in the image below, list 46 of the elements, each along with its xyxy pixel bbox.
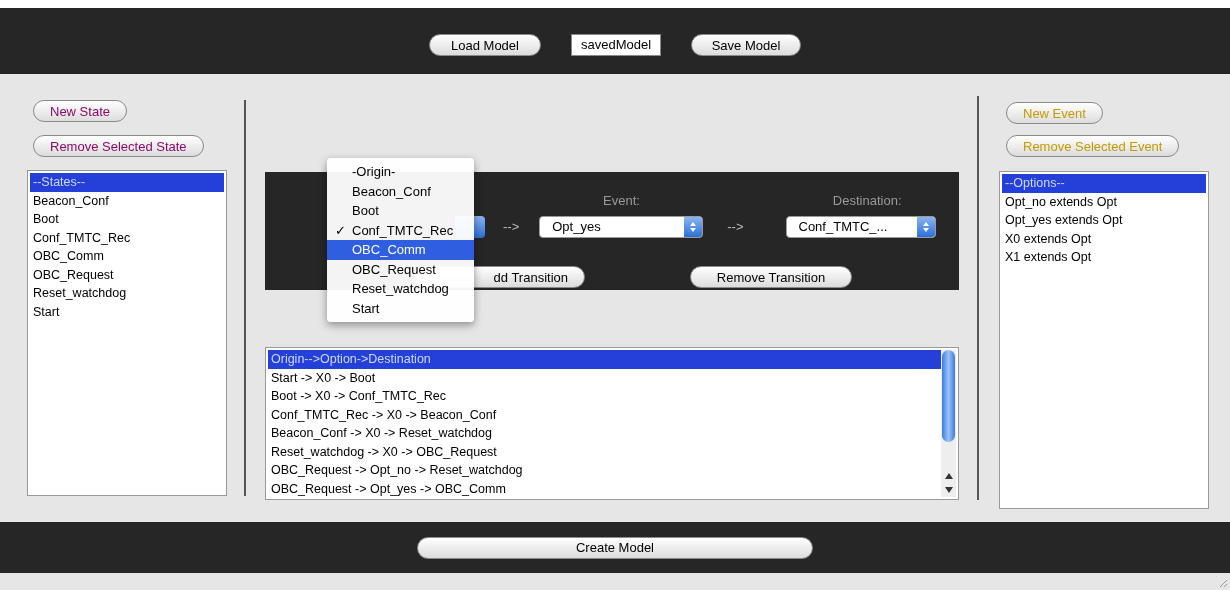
list-item[interactable]: --Options-- bbox=[1002, 174, 1206, 193]
remove-transition-button[interactable]: Remove Transition bbox=[690, 266, 852, 288]
scrollbar[interactable] bbox=[941, 350, 956, 497]
arrow-text: --> bbox=[727, 218, 744, 237]
list-item[interactable]: X0 extends Opt bbox=[1002, 229, 1206, 248]
menu-item[interactable]: OBC_Comm bbox=[327, 240, 474, 260]
list-item[interactable]: OBC_Request -> Opt_no -> Reset_watchdog bbox=[268, 461, 941, 480]
list-item[interactable]: Beacon_Conf -> X0 -> Reset_watchdog bbox=[268, 424, 941, 443]
menu-item[interactable]: Beacon_Conf bbox=[327, 181, 474, 201]
menu-item[interactable]: ✓ Conf_TMTC_Rec bbox=[327, 220, 474, 240]
list-item[interactable]: Start bbox=[30, 302, 224, 321]
list-item[interactable]: OBC_Request bbox=[30, 265, 224, 284]
list-item[interactable]: Origin-->Option->Destination bbox=[268, 350, 941, 369]
stepper-icon bbox=[684, 217, 703, 237]
event-select[interactable]: Opt_yes bbox=[539, 216, 704, 238]
list-item[interactable]: X1 extends Opt bbox=[1002, 248, 1206, 267]
list-item[interactable]: Reset_watchdog bbox=[30, 284, 224, 303]
list-item[interactable]: Reset_watchdog -> X0 -> OBC_Request bbox=[268, 442, 941, 461]
list-item[interactable]: Boot bbox=[30, 210, 224, 229]
resize-grip-icon[interactable] bbox=[1218, 578, 1228, 588]
new-state-button[interactable]: New State bbox=[33, 100, 127, 122]
arrow-text: --> bbox=[503, 218, 520, 237]
menu-item[interactable]: Boot bbox=[327, 201, 474, 221]
list-item[interactable]: Conf_TMTC_Rec -> X0 -> Beacon_Conf bbox=[268, 405, 941, 424]
scroll-thumb[interactable] bbox=[942, 350, 955, 442]
load-model-button[interactable]: Load Model bbox=[429, 34, 541, 56]
check-icon: ✓ bbox=[335, 222, 346, 238]
list-item[interactable]: Boot -> X0 -> Conf_TMTC_Rec bbox=[268, 387, 941, 406]
stepper-icon bbox=[916, 217, 935, 237]
list-item[interactable]: Beacon_Conf bbox=[30, 191, 224, 210]
save-model-button[interactable]: Save Model bbox=[691, 34, 801, 56]
menu-item[interactable]: -Origin- bbox=[327, 162, 474, 182]
list-item[interactable]: Conf_TMTC_Rec bbox=[30, 228, 224, 247]
menu-item[interactable]: Start bbox=[327, 298, 474, 318]
remove-state-button[interactable]: Remove Selected State bbox=[33, 135, 204, 157]
destination-select[interactable]: Conf_TMTC_... bbox=[785, 216, 936, 238]
list-item[interactable]: --States-- bbox=[30, 173, 224, 192]
model-name-field[interactable]: savedModel bbox=[571, 34, 661, 56]
event-label: Event: bbox=[603, 191, 640, 210]
list-item[interactable]: Start -> X0 -> Boot bbox=[268, 368, 941, 387]
create-model-button[interactable]: Create Model bbox=[417, 536, 813, 559]
list-item[interactable]: Opt_yes extends Opt bbox=[1002, 211, 1206, 230]
list-item[interactable]: OBC_Comm bbox=[30, 247, 224, 266]
destination-label: Destination: bbox=[832, 191, 902, 210]
list-item[interactable]: OBC_Request -> Opt_yes -> OBC_Comm bbox=[268, 479, 941, 498]
list-item[interactable]: Opt_no extends Opt bbox=[1002, 192, 1206, 211]
